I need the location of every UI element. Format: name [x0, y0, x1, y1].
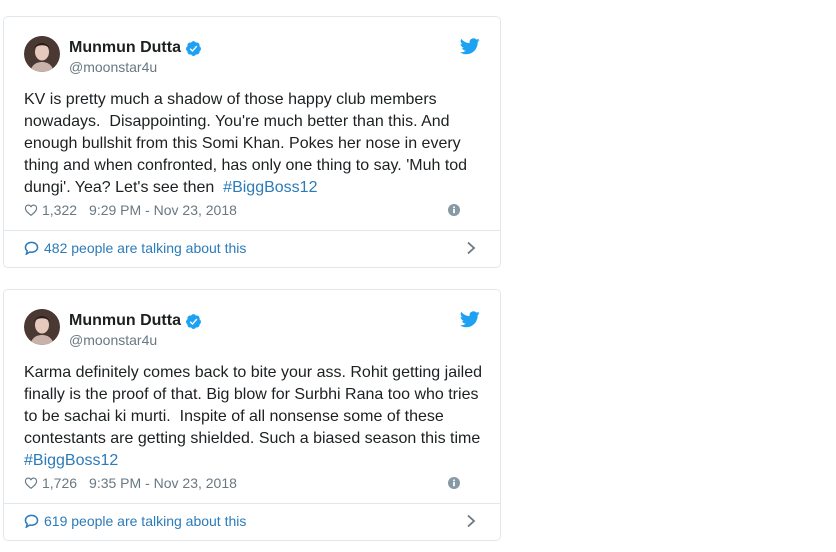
divider: [4, 230, 500, 231]
speech-bubble-icon: [24, 514, 39, 528]
twitter-bird-icon[interactable]: [460, 311, 480, 328]
hashtag-link[interactable]: #BiggBoss12: [223, 179, 317, 196]
heart-icon[interactable]: [24, 203, 38, 217]
verified-badge-icon: [186, 313, 201, 329]
avatar[interactable]: [24, 309, 60, 345]
conversation-count[interactable]: 619 people are talking about this: [44, 513, 246, 529]
tweet-body: Karma definitely comes back to bite your…: [24, 364, 483, 447]
avatar[interactable]: [24, 36, 60, 72]
chevron-right-icon[interactable]: [466, 514, 476, 528]
info-icon[interactable]: [448, 477, 460, 489]
tweet-timestamp[interactable]: 9:29 PM - Nov 23, 2018: [89, 202, 237, 218]
verified-badge-icon: [186, 40, 201, 56]
heart-icon[interactable]: [24, 476, 38, 490]
conversation-link[interactable]: 619 people are talking about this: [24, 511, 480, 531]
like-count[interactable]: 1,322: [42, 202, 77, 218]
hashtag-link[interactable]: #BiggBoss12: [24, 452, 118, 469]
tweet-timestamp[interactable]: 9:35 PM - Nov 23, 2018: [89, 475, 237, 491]
divider: [4, 503, 500, 504]
tweet-card: Munmun Dutta @moonstar4u Karma definitel…: [3, 289, 501, 541]
conversation-link[interactable]: 482 people are talking about this: [24, 238, 480, 258]
author-handle[interactable]: @moonstar4u: [69, 332, 157, 348]
speech-bubble-icon: [24, 241, 39, 255]
tweet-meta: 1,322 9:29 PM - Nov 23, 2018: [24, 200, 482, 220]
tweet-text: KV is pretty much a shadow of those happ…: [24, 89, 484, 199]
info-icon[interactable]: [448, 204, 460, 216]
tweet-card: Munmun Dutta @moonstar4u KV is pretty mu…: [3, 16, 501, 268]
author-name-row[interactable]: Munmun Dutta: [69, 38, 202, 58]
chevron-right-icon[interactable]: [466, 241, 476, 255]
author-handle[interactable]: @moonstar4u: [69, 59, 157, 75]
author-name[interactable]: Munmun Dutta: [69, 39, 181, 57]
tweet-meta: 1,726 9:35 PM - Nov 23, 2018: [24, 473, 482, 493]
tweet-text: Karma definitely comes back to bite your…: [24, 362, 484, 472]
twitter-bird-icon[interactable]: [460, 38, 480, 55]
conversation-count[interactable]: 482 people are talking about this: [44, 240, 246, 256]
like-count[interactable]: 1,726: [42, 475, 77, 491]
author-name-row[interactable]: Munmun Dutta: [69, 311, 202, 331]
author-name[interactable]: Munmun Dutta: [69, 312, 181, 330]
